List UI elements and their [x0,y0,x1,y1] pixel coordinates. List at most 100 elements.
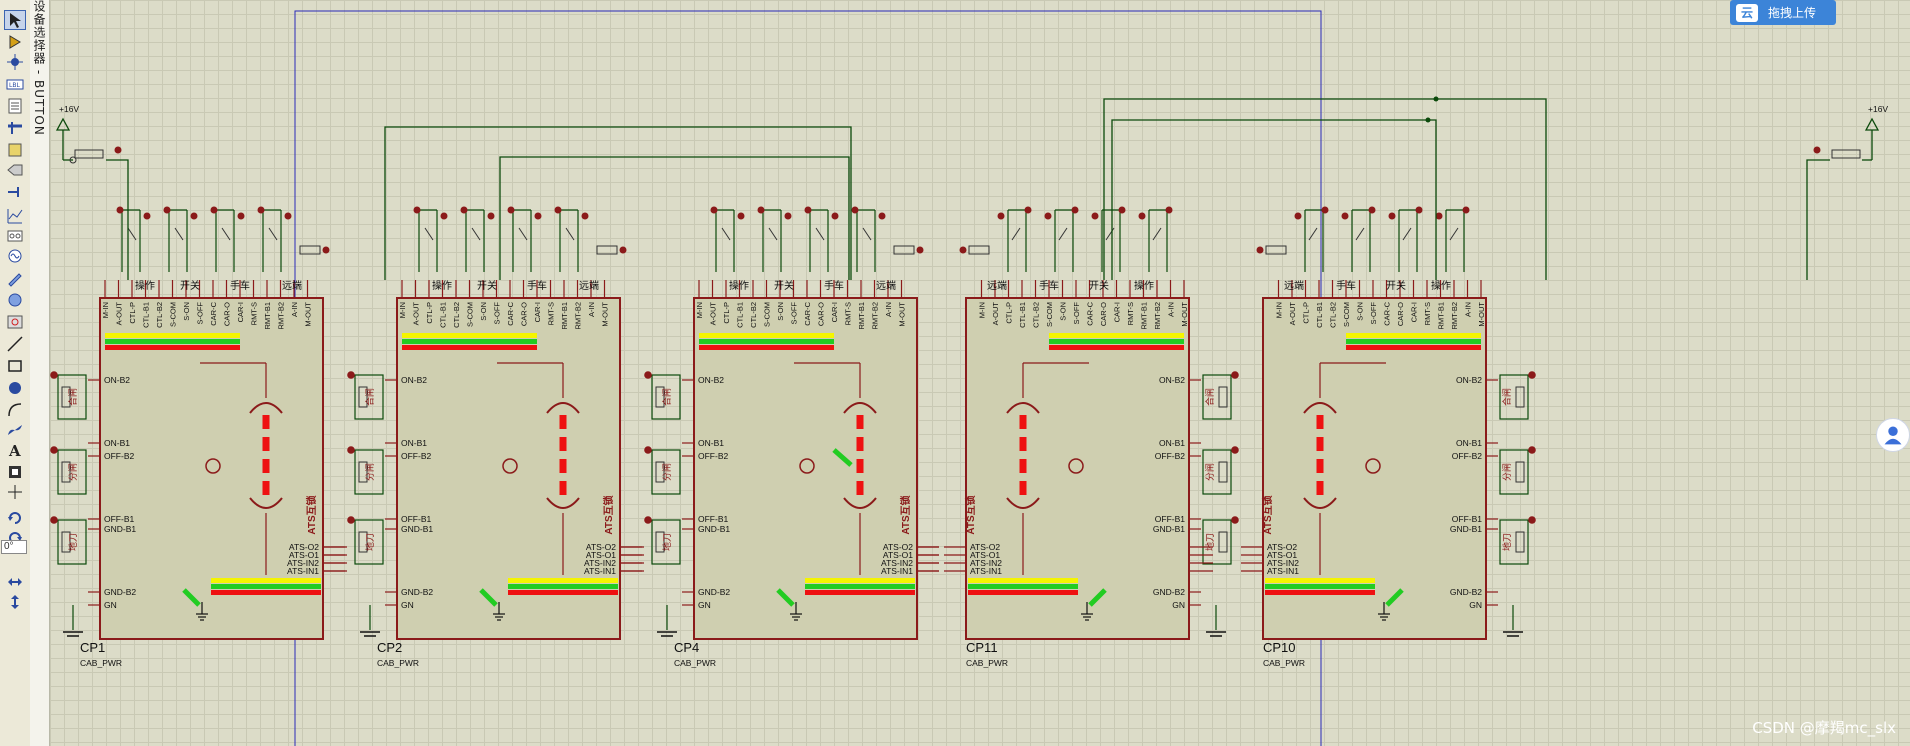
side-switch-label: 地刀 [1204,533,1215,551]
top-pin-label: A-OUT [991,302,1000,326]
symbol-2d-tool-button[interactable] [4,462,26,482]
top-pin-label: S-ON [1356,302,1365,321]
switch-lever [565,227,575,241]
side-switch-led [50,516,58,524]
ats-title: ATS互锁 [964,495,977,534]
symbol-2d-icon [9,466,21,478]
top-group-label: 操作 [432,279,452,292]
switch-contact [554,206,562,214]
switch-contact [534,212,542,220]
assistant-float-button[interactable] [1876,418,1910,452]
side-pin-label: GN [401,600,414,610]
top-pin-label: RMT-B2 [574,302,583,330]
led-bar-yellow [402,333,537,338]
text-script-tool-button[interactable] [4,96,26,116]
side-pin-label: OFF-B1 [1155,514,1185,524]
tape-recorder-tool-button[interactable] [4,226,26,246]
block-value: CAB_PWR [377,658,419,668]
virtual-instrument-tool-button[interactable] [4,312,26,332]
remote-contact [916,246,924,254]
switch-contact [1044,212,1052,220]
top-pin-label: CTL-B1 [142,302,151,328]
switch-lever [424,227,434,241]
top-pin-label: RMT-S [844,302,853,325]
side-switch-led [347,446,355,454]
top-pin-label: M-IN [398,302,407,318]
top-pin-label: M-IN [695,302,704,318]
top-pin-label: M-IN [101,302,110,318]
path-2d-tool-button[interactable] [4,420,26,440]
switch-contact [1294,212,1302,220]
flip-vertical-tool-button[interactable] [4,592,26,612]
led-bar-yellow [699,333,834,338]
flip-horizontal-tool-button[interactable] [4,572,26,592]
top-pin-label: M-OUT [601,302,610,327]
top-pin-label: RMT-B1 [1437,302,1446,330]
side-pin-label: OFF-B1 [401,514,431,524]
voltage-probe-tool-button[interactable] [4,268,26,288]
line-2d-tool-button[interactable] [4,334,26,354]
top-group-label: 操作 [135,279,155,292]
terminal-tool-button[interactable] [4,160,26,180]
led-bar-yellow [1265,578,1375,583]
top-pin-label: RMT-B2 [871,302,880,330]
side-switch-label: 分闸 [365,463,375,481]
subcircuit-tool-button[interactable] [4,140,26,160]
upload-button[interactable]: 云 拖拽上传 [1730,0,1836,25]
led-bar-green [211,584,321,589]
wire-label-icon: LBL [6,79,24,90]
switch-contact [507,206,515,214]
top-pin-label: A-IN [1464,302,1473,317]
top-pin-label: RMT-S [547,302,556,325]
box-2d-tool-button[interactable] [4,356,26,376]
wire-label-tool-button[interactable]: LBL [4,74,26,94]
block-value: CAB_PWR [80,658,122,668]
main-led [1813,146,1821,154]
remote-switch [596,245,618,255]
component-mode-tool-button[interactable] [4,32,26,52]
main-button [74,149,104,159]
ats-title: ATS互锁 [602,495,615,534]
graph-tool-button[interactable] [4,206,26,226]
led-bar-yellow [1049,333,1184,338]
rotate-cw-tool-button[interactable] [4,508,26,528]
top-pin-label: A-OUT [1288,302,1297,326]
switch-lever [268,227,278,241]
top-pin-label: CTL-P [128,302,137,324]
switch-contact [1368,206,1376,214]
remote-switch [299,245,321,255]
top-group-label: 开关 [1089,279,1109,292]
arc-2d-tool-button[interactable] [4,400,26,420]
switch-lever [862,227,872,241]
top-pin-label: RMT-B2 [1450,302,1459,330]
led-bar-red [211,590,321,595]
bus-tool-button[interactable] [4,118,26,138]
remote-switch [893,245,915,255]
rotation-input[interactable]: 0° [1,540,27,554]
selection-mode-tool-button[interactable] [4,10,26,30]
top-pin-label: CTL-P [722,302,731,324]
marker-2d-tool-button[interactable] [4,482,26,502]
side-pin-label: ON-B1 [698,438,724,448]
junction-dot-tool-button[interactable] [4,52,26,72]
circle-2d-tool-button[interactable] [4,378,26,398]
top-pin-label: CAR-O [1099,302,1108,326]
side-switch-label: 地刀 [364,533,375,551]
svg-text:LBL: LBL [9,82,20,89]
switch-lever [1308,227,1318,241]
ats-title: ATS互锁 [899,495,912,534]
led-bar-green [402,339,537,344]
ats-title: ATS互锁 [305,495,318,534]
led-bar-yellow [508,578,618,583]
text-2d-tool-button[interactable]: A [4,440,26,460]
current-probe-tool-button[interactable] [4,290,26,310]
top-pin-label: RMT-B1 [263,302,272,330]
switch-contact [210,206,218,214]
schematic-canvas[interactable]: M-IN A-OUT CTL-P CTL-B1 CTL-B2 S-COM S-ON S-OFF… [50,0,1910,746]
led-bar-red [699,345,834,350]
ctl-wire [499,156,850,280]
device-pin-tool-button[interactable] [4,182,26,202]
switch-contact [804,206,812,214]
led-bar-green [699,339,834,344]
generator-tool-button[interactable] [4,246,26,266]
